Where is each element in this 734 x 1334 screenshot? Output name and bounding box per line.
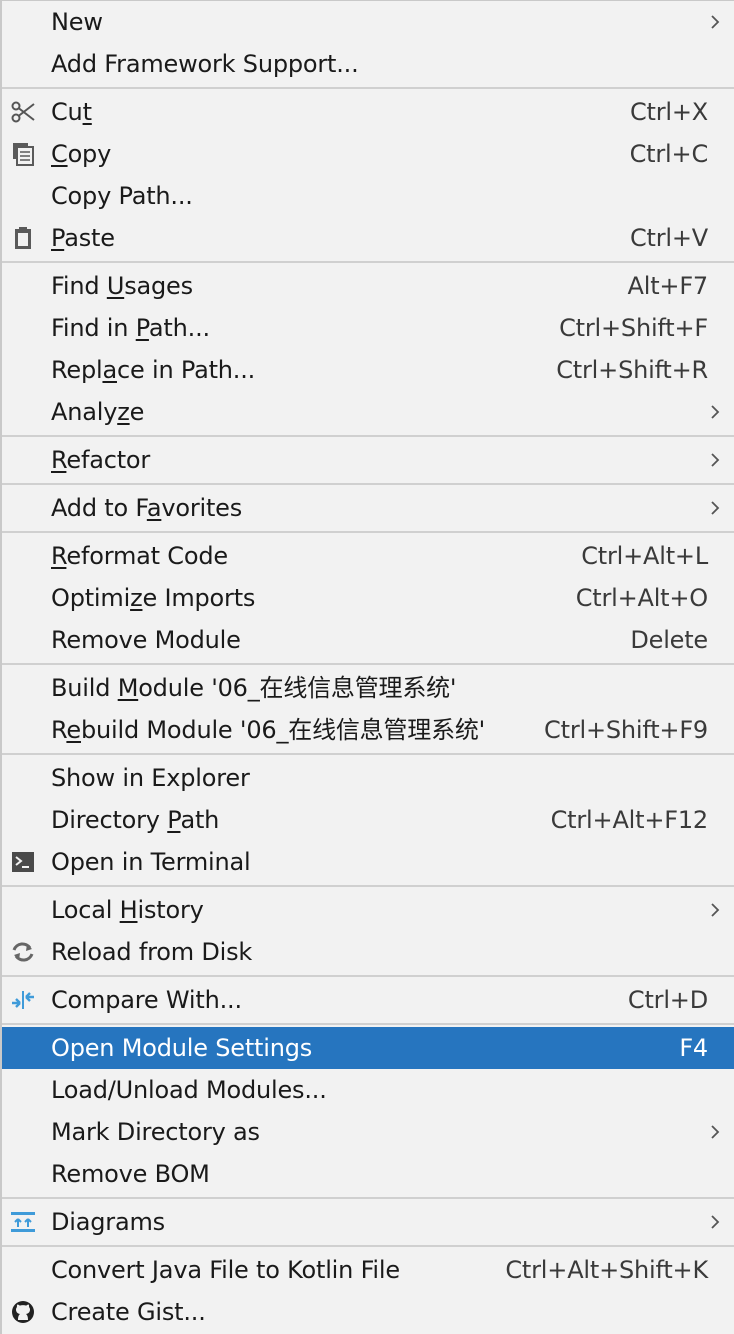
menu-item-convert-java-to-kotlin[interactable]: Convert Java File to Kotlin File Ctrl+Al… [2, 1249, 734, 1291]
menu-item-shortcut: Alt+F7 [627, 272, 709, 300]
submenu-arrow-icon [711, 903, 720, 917]
menu-item-copy-path[interactable]: Copy Path... [2, 175, 734, 217]
menu-item-label: Copy Path... [51, 182, 193, 210]
copy-icon [10, 142, 36, 166]
menu-item-label: Compare With... [51, 986, 242, 1014]
menu-item-show-in-explorer[interactable]: Show in Explorer [2, 757, 734, 799]
menu-item-label: Analyze [51, 398, 145, 426]
menu-item-label: Paste [51, 224, 115, 252]
menu-item-label: Cut [51, 98, 92, 126]
menu-item-shortcut: Delete [630, 626, 708, 654]
menu-item-label: Rebuild Module '06_在线信息管理系统' [51, 716, 486, 744]
menu-item-local-history[interactable]: Local History [2, 889, 734, 931]
menu-item-shortcut: Ctrl+Shift+F9 [544, 716, 708, 744]
reload-icon [10, 940, 36, 964]
menu-item-optimize-imports[interactable]: Optimize Imports Ctrl+Alt+O [2, 577, 734, 619]
menu-item-label: Remove Module [51, 626, 241, 654]
menu-item-shortcut: Ctrl+Alt+F12 [550, 806, 709, 834]
menu-item-find-usages[interactable]: Find Usages Alt+F7 [2, 265, 734, 307]
menu-item-open-in-terminal[interactable]: Open in Terminal [2, 841, 734, 883]
menu-item-new[interactable]: New [2, 1, 734, 43]
menu-item-compare-with[interactable]: Compare With... Ctrl+D [2, 979, 734, 1021]
menu-item-build-module[interactable]: Build Module '06_在线信息管理系统' [2, 667, 734, 709]
menu-item-open-module-settings[interactable]: Open Module Settings F4 [2, 1027, 734, 1069]
menu-item-analyze[interactable]: Analyze [2, 391, 734, 433]
menu-item-label: Reload from Disk [51, 938, 253, 966]
menu-item-shortcut: Ctrl+Shift+F [559, 314, 708, 342]
menu-item-label: Reformat Code [51, 542, 228, 570]
submenu-arrow-icon [711, 405, 720, 419]
menu-item-shortcut: Ctrl+X [629, 98, 708, 126]
menu-item-shortcut: Ctrl+Alt+Shift+K [505, 1256, 708, 1284]
menu-item-shortcut: Ctrl+Alt+L [581, 542, 708, 570]
compare-icon [10, 988, 36, 1012]
menu-item-add-to-favorites[interactable]: Add to Favorites [2, 487, 734, 529]
menu-item-mark-directory-as[interactable]: Mark Directory as [2, 1111, 734, 1153]
menu-item-label: Show in Explorer [51, 764, 250, 792]
menu-item-label: Mark Directory as [51, 1118, 260, 1146]
github-icon [10, 1300, 36, 1324]
menu-item-shortcut: Ctrl+Alt+O [575, 584, 709, 612]
menu-item-reload-from-disk[interactable]: Reload from Disk [2, 931, 734, 973]
submenu-arrow-icon [711, 15, 720, 29]
diagram-icon [10, 1210, 36, 1234]
menu-item-label: Copy [51, 140, 112, 168]
menu-item-add-framework-support[interactable]: Add Framework Support... [2, 43, 734, 85]
menu-item-label: Remove BOM [51, 1160, 210, 1188]
submenu-arrow-icon [711, 501, 720, 515]
menu-item-label: Load/Unload Modules... [51, 1076, 327, 1104]
menu-item-cut[interactable]: Cut Ctrl+X [2, 91, 734, 133]
menu-item-label: Create Gist... [51, 1298, 206, 1326]
menu-item-label: Convert Java File to Kotlin File [51, 1256, 400, 1284]
menu-item-label: Refactor [51, 446, 151, 474]
submenu-arrow-icon [711, 1215, 720, 1229]
menu-item-label: Open in Terminal [51, 848, 251, 876]
menu-item-label: New [51, 8, 103, 36]
menu-item-create-gist[interactable]: Create Gist... [2, 1291, 734, 1333]
menu-item-remove-module[interactable]: Remove Module Delete [2, 619, 734, 661]
menu-item-label: Local History [51, 896, 204, 924]
project-context-menu: New Add Framework Support... Cut Ctrl+X … [0, 0, 734, 1334]
menu-item-shortcut: Ctrl+D [627, 986, 708, 1014]
menu-item-label: Diagrams [51, 1208, 165, 1236]
terminal-icon [10, 850, 36, 874]
menu-item-directory-path[interactable]: Directory Path Ctrl+Alt+F12 [2, 799, 734, 841]
menu-item-copy[interactable]: Copy Ctrl+C [2, 133, 734, 175]
clipboard-icon [10, 226, 36, 250]
menu-item-paste[interactable]: Paste Ctrl+V [2, 217, 734, 259]
menu-item-shortcut: Ctrl+Shift+R [556, 356, 708, 384]
menu-item-label: Find Usages [51, 272, 193, 300]
menu-item-replace-in-path[interactable]: Replace in Path... Ctrl+Shift+R [2, 349, 734, 391]
scissors-icon [10, 100, 36, 124]
menu-item-label: Optimize Imports [51, 584, 256, 612]
menu-item-reformat-code[interactable]: Reformat Code Ctrl+Alt+L [2, 535, 734, 577]
menu-item-shortcut: Ctrl+V [629, 224, 708, 252]
menu-item-label: Replace in Path... [51, 356, 256, 384]
menu-item-label: Build Module '06_在线信息管理系统' [51, 674, 457, 702]
menu-item-label: Directory Path [51, 806, 220, 834]
menu-item-rebuild-module[interactable]: Rebuild Module '06_在线信息管理系统' Ctrl+Shift+… [2, 709, 734, 751]
menu-item-find-in-path[interactable]: Find in Path... Ctrl+Shift+F [2, 307, 734, 349]
menu-item-diagrams[interactable]: Diagrams [2, 1201, 734, 1243]
menu-item-load-unload-modules[interactable]: Load/Unload Modules... [2, 1069, 734, 1111]
menu-item-label: Open Module Settings [51, 1034, 313, 1062]
menu-item-remove-bom[interactable]: Remove BOM [2, 1153, 734, 1195]
menu-item-shortcut: Ctrl+C [629, 140, 709, 168]
menu-item-label: Add to Favorites [51, 494, 243, 522]
menu-item-refactor[interactable]: Refactor [2, 439, 734, 481]
menu-item-shortcut: F4 [679, 1034, 708, 1062]
submenu-arrow-icon [711, 453, 720, 467]
menu-item-label: Find in Path... [51, 314, 210, 342]
menu-item-label: Add Framework Support... [51, 50, 359, 78]
submenu-arrow-icon [711, 1125, 720, 1139]
